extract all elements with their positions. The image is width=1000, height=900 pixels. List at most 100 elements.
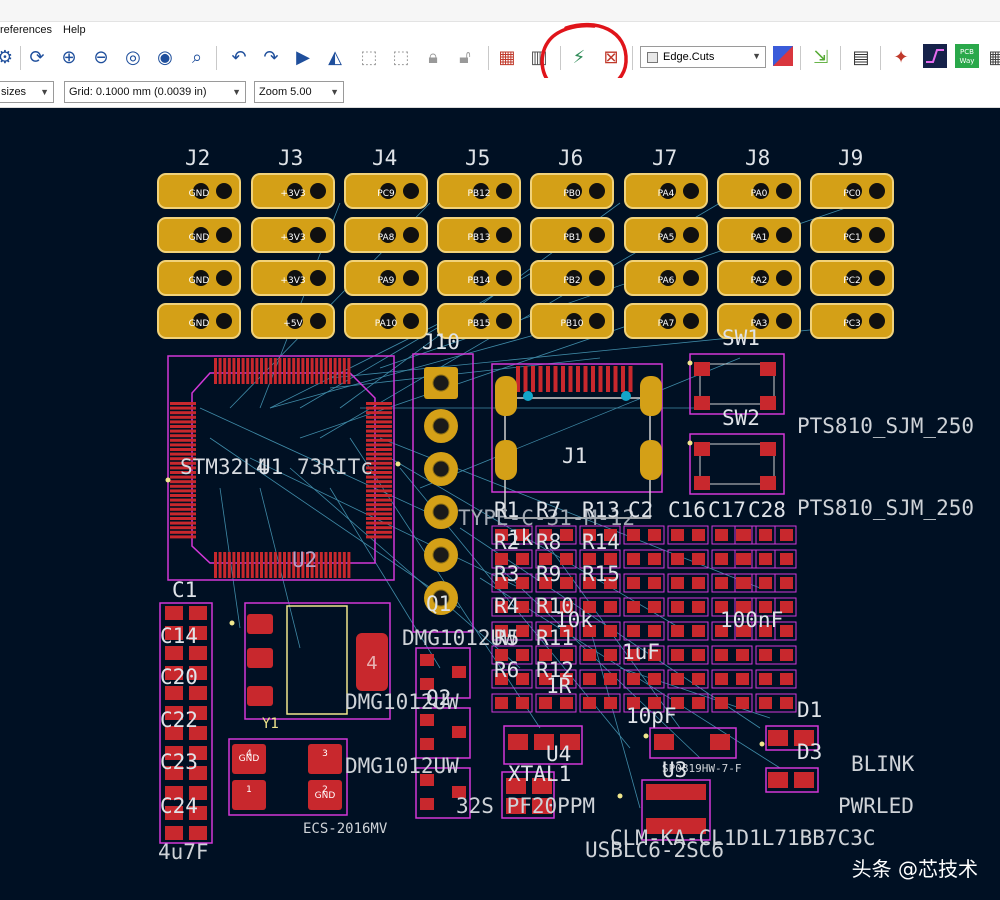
value-sw2: PTS810_SJM_250 (797, 496, 975, 520)
smd-pad (214, 358, 217, 384)
smd-pad (560, 529, 573, 541)
smd-pad (452, 726, 466, 738)
ungroup-icon[interactable]: ⬚ (388, 44, 414, 70)
layer-selector[interactable]: Edge.Cuts ▼ (640, 46, 766, 68)
pad-net-label: PB13 (467, 233, 490, 243)
header-pad-j2: GND (157, 260, 241, 296)
smd-pad (546, 366, 550, 392)
footprint-y1: 4 31 2GNDGND (228, 738, 348, 816)
value-d1: BLINK (851, 752, 915, 776)
menu-bar: references Help (0, 0, 1000, 38)
menu-preferences[interactable]: references (0, 24, 52, 36)
redraw-icon[interactable]: ⟳ (24, 44, 50, 70)
rotate-ccw-icon[interactable]: ↶ (226, 44, 252, 70)
smd-pad (604, 697, 617, 709)
pad-hole (432, 460, 450, 478)
value-u1: STM32L4 (180, 455, 269, 479)
pad-hole (432, 374, 450, 392)
header-pad-j9: PC1 (810, 217, 894, 253)
pad-net-label: PA2 (751, 276, 768, 286)
grid-select[interactable]: Grid: 0.1000 mm (0.0039 in) ▼ (64, 81, 246, 103)
zoom-objects-icon[interactable]: ◉ (152, 44, 178, 70)
smd-pad (760, 362, 776, 376)
smd-pad (604, 673, 617, 685)
smd-pad (269, 552, 273, 578)
pad-hole (403, 183, 419, 199)
smd-pad (250, 358, 254, 384)
pcbway-icon[interactable]: PCB Way (954, 43, 980, 69)
smd-pad (780, 577, 793, 589)
pcb-canvas[interactable]: GND GND GND GND +3V3 +3V3 +3V3 +5V PC9 PA8 PA9 PA10… (0, 108, 1000, 900)
plugin-icon[interactable]: ✦ (888, 44, 914, 70)
smd-pad (329, 552, 332, 578)
footprint-d3 (765, 767, 819, 793)
print-icon[interactable]: ⚙ (0, 44, 18, 70)
unlock-icon[interactable]: 🔓︎ (452, 44, 478, 70)
header-pad-j4: PA8 (344, 217, 428, 253)
more-icon[interactable]: ▦ (984, 44, 1000, 70)
ref-resistor: R5 (494, 626, 520, 650)
ref-c24: C24 (160, 794, 198, 818)
netlist-icon[interactable]: ▦ (494, 44, 520, 70)
smd-pad (366, 434, 392, 438)
pad-net-label: PB15 (467, 319, 490, 329)
smd-pad (692, 649, 705, 661)
smd-pad (366, 420, 392, 424)
smd-pad (694, 476, 710, 490)
header-pad-j7: PA6 (624, 260, 708, 296)
group-icon[interactable]: ⬚ (356, 44, 382, 70)
smd-pad (165, 646, 183, 660)
smd-pad (583, 673, 596, 685)
zoom-fit-icon[interactable]: ◎ (120, 44, 146, 70)
smd-pad (715, 649, 728, 661)
pad-net-label: PA10 (375, 319, 398, 329)
zoom-out-icon[interactable]: ⊖ (88, 44, 114, 70)
flip-icon[interactable]: ▶ (290, 44, 316, 70)
smd-pad (671, 601, 684, 613)
zoom-selection-icon[interactable]: ⌕ (184, 44, 210, 70)
ref-u2: U2 (292, 548, 318, 572)
interactive-router-icon[interactable] (922, 43, 948, 69)
smd-pad (338, 358, 342, 384)
pad-hole (310, 183, 326, 199)
zoom-select[interactable]: Zoom 5.00 ▼ (254, 81, 344, 103)
pad-net-label: PC3 (843, 319, 860, 329)
ref-capacitor: C16 (668, 498, 706, 522)
layer-pair-icon[interactable] (770, 43, 796, 69)
smd-pad (648, 553, 661, 565)
smd-pad (287, 552, 291, 578)
smd-pad (583, 697, 596, 709)
smd-pad (604, 625, 617, 637)
menu-help[interactable]: Help (63, 24, 86, 36)
scripting-icon[interactable]: ⇲ (808, 44, 834, 70)
pad-hole (683, 313, 699, 329)
lock-icon[interactable]: 🔒︎ (420, 44, 446, 70)
ref-q1: Q1 (426, 592, 452, 616)
pad-hole (496, 227, 512, 243)
zoom-in-icon[interactable]: ⊕ (56, 44, 82, 70)
smd-pad (366, 402, 392, 405)
smd-pad (666, 784, 686, 800)
rotate-cw-icon[interactable]: ↷ (258, 44, 284, 70)
smd-pad (648, 625, 661, 637)
shield-pad (640, 376, 662, 416)
smd-pad (170, 535, 196, 539)
track-size-select[interactable]: sizes ▼ (0, 81, 54, 103)
smd-pad (170, 429, 196, 433)
smd-pad (738, 529, 751, 541)
console-icon[interactable]: ▤ (848, 44, 874, 70)
smd-pad (576, 366, 580, 392)
ref-j5: J5 (465, 146, 491, 170)
mirror-icon[interactable]: ◭ (322, 44, 348, 70)
header-pad-j8: PA2 (717, 260, 801, 296)
pad-hole (403, 270, 419, 286)
smd-pad (324, 552, 328, 578)
header-pad-j3: +3V3 (251, 217, 335, 253)
smd-pad (452, 666, 466, 678)
smd-pad (170, 484, 196, 488)
pad-net-label: +3V3 (280, 189, 305, 199)
smd-pad (170, 503, 196, 507)
pad-net-label: GND (315, 791, 336, 801)
smd-pad (715, 529, 728, 541)
header-pad-j6: PB2 (530, 260, 614, 296)
